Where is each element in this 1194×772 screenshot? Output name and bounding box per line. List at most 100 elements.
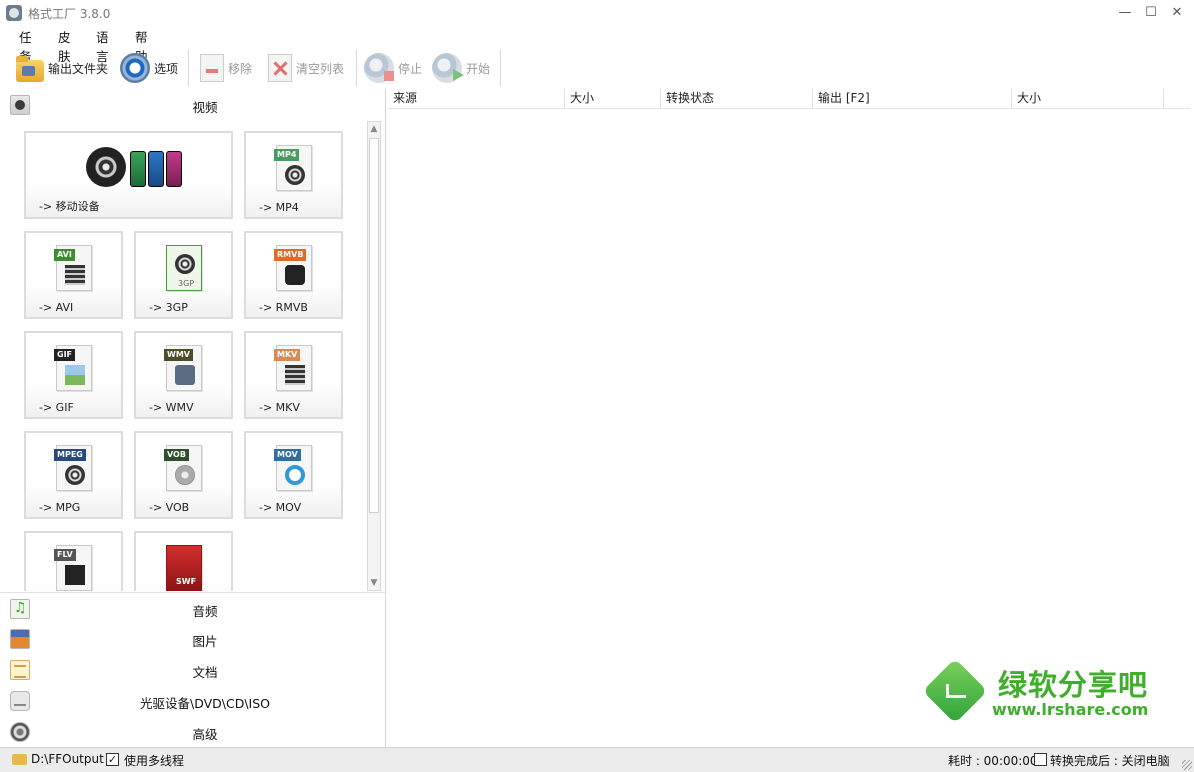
vob-file-icon: VOB <box>164 445 202 491</box>
category-video-label: 视频 <box>192 100 218 115</box>
tile-rmvb[interactable]: RMVB -> RMVB <box>244 231 343 319</box>
tile-label: -> 移动设备 <box>39 200 100 213</box>
tile-avi[interactable]: AVI -> AVI <box>24 231 123 319</box>
tile-mpg[interactable]: MPEG -> MPG <box>24 431 123 519</box>
close-button[interactable]: ✕ <box>1164 3 1190 23</box>
task-list-header: 来源 大小 转换状态 输出 [F2] 大小 <box>388 89 1190 109</box>
maximize-button[interactable]: ☐ <box>1138 3 1164 23</box>
category-advanced[interactable]: 高级 <box>0 716 386 747</box>
status-bar: D:\FFOutput ✓ 使用多线程 耗时 : 00:00:00 转换完成后 … <box>0 747 1194 772</box>
tile-mov[interactable]: MOV -> MOV <box>244 431 343 519</box>
options-label: 选项 <box>154 61 179 76</box>
stop-label: 停止 <box>398 61 423 76</box>
mkv-file-icon: MKV <box>274 345 312 391</box>
gif-file-icon: GIF <box>54 345 92 391</box>
category-video[interactable]: 视频 <box>0 89 386 120</box>
tile-gif[interactable]: GIF -> GIF <box>24 331 123 419</box>
folder-icon[interactable] <box>12 754 27 765</box>
tile-3gp[interactable]: 3GP -> 3GP <box>134 231 233 319</box>
clear-list-label: 清空列表 <box>296 61 345 76</box>
watermark-text: 绿软分享吧 <box>998 668 1149 702</box>
tile-label: -> MOV <box>259 501 302 514</box>
remove-icon <box>200 54 224 82</box>
category-scrollbar[interactable]: ▲ ▼ <box>367 121 381 591</box>
clear-list-icon <box>268 54 292 82</box>
stop-button[interactable]: 停止 <box>364 52 422 84</box>
tile-flv[interactable]: FLV <box>24 531 123 591</box>
category-disc-label: 光驱设备\DVD\CD\ISO <box>139 696 271 711</box>
options-button[interactable]: 选项 <box>120 52 178 84</box>
tile-swf[interactable]: SWF <box>134 531 233 591</box>
site-watermark: 绿软分享吧 www.lrshare.com <box>922 658 1164 730</box>
start-label: 开始 <box>466 61 491 76</box>
tile-wmv[interactable]: WMV -> WMV <box>134 331 233 419</box>
output-path[interactable]: D:\FFOutput <box>31 752 104 766</box>
category-document-label: 文档 <box>192 665 218 680</box>
tile-label: -> AVI <box>39 301 74 314</box>
mpg-file-icon: MPEG <box>54 445 92 491</box>
tile-label: -> VOB <box>149 501 190 514</box>
tile-label: -> 3GP <box>149 301 188 314</box>
category-document[interactable]: 文档 <box>0 654 386 685</box>
category-disc[interactable]: 光驱设备\DVD\CD\ISO <box>0 685 386 716</box>
title-bar: 格式工厂 3.8.0 — ☐ ✕ <box>0 0 1194 26</box>
column-status[interactable]: 转换状态 <box>661 89 813 109</box>
multithread-checkbox[interactable]: ✓ <box>106 753 119 766</box>
after-done-label: 转换完成后 : 关闭电脑 <box>1050 754 1170 768</box>
category-audio[interactable]: 音频 <box>0 592 386 623</box>
swf-file-icon: SWF <box>166 545 202 591</box>
resize-grip[interactable] <box>1182 760 1192 770</box>
mov-file-icon: MOV <box>274 445 312 491</box>
scroll-up-arrow[interactable]: ▲ <box>368 122 380 136</box>
category-image[interactable]: 图片 <box>0 623 386 654</box>
column-size[interactable]: 大小 <box>565 89 661 109</box>
task-list[interactable] <box>388 110 1194 747</box>
tile-label: -> GIF <box>39 401 74 414</box>
toolbar-separator <box>356 50 357 86</box>
start-icon <box>432 53 464 83</box>
scroll-thumb[interactable] <box>369 138 379 513</box>
remove-button[interactable]: 移除 <box>200 52 252 84</box>
clear-list-button[interactable]: 清空列表 <box>268 52 344 84</box>
watermark-logo-icon <box>922 658 988 724</box>
watermark-url: www.lrshare.com <box>992 700 1149 719</box>
tile-vob[interactable]: VOB -> VOB <box>134 431 233 519</box>
app-icon <box>6 5 22 21</box>
category-image-label: 图片 <box>192 634 218 649</box>
column-source[interactable]: 来源 <box>388 89 565 109</box>
output-folder-button[interactable]: 输出文件夹 <box>16 52 108 84</box>
category-advanced-label: 高级 <box>192 727 218 742</box>
tile-label: -> WMV <box>149 401 194 414</box>
folder-icon <box>16 56 44 82</box>
category-panel: 视频 -> 移动设备 MP4 -> MP4 AVI -> AVI 3GP -> … <box>0 89 386 747</box>
after-done-checkbox[interactable] <box>1034 753 1047 766</box>
tile-mp4[interactable]: MP4 -> MP4 <box>244 131 343 219</box>
video-format-grid: -> 移动设备 MP4 -> MP4 AVI -> AVI 3GP -> 3GP <box>4 120 364 591</box>
tile-label: -> MPG <box>39 501 81 514</box>
column-output-size[interactable]: 大小 <box>1012 89 1164 109</box>
options-icon <box>120 53 150 83</box>
tile-label: -> RMVB <box>259 301 308 314</box>
wmv-file-icon: WMV <box>164 345 202 391</box>
tile-label: -> MP4 <box>259 201 299 214</box>
output-folder-label: 输出文件夹 <box>48 61 109 76</box>
tile-mobile-device[interactable]: -> 移动设备 <box>24 131 233 219</box>
stop-icon <box>364 53 394 83</box>
mobile-device-icon <box>86 147 186 197</box>
minimize-button[interactable]: — <box>1112 3 1138 23</box>
remove-label: 移除 <box>228 61 253 76</box>
scroll-down-arrow[interactable]: ▼ <box>368 576 380 590</box>
mp4-file-icon: MP4 <box>274 145 312 191</box>
tile-mkv[interactable]: MKV -> MKV <box>244 331 343 419</box>
rmvb-file-icon: RMVB <box>274 245 312 291</box>
flv-file-icon: FLV <box>54 545 92 591</box>
3gp-file-icon: 3GP <box>166 245 202 291</box>
avi-file-icon: AVI <box>54 245 92 291</box>
start-button[interactable]: 开始 <box>432 52 490 84</box>
tile-label: -> MKV <box>259 401 300 414</box>
elapsed-time: 耗时 : 00:00:00 <box>948 754 1038 768</box>
column-output[interactable]: 输出 [F2] <box>813 89 1012 109</box>
window-title: 格式工厂 3.8.0 <box>28 7 111 21</box>
category-audio-label: 音频 <box>192 604 218 619</box>
toolbar-separator <box>188 50 189 86</box>
